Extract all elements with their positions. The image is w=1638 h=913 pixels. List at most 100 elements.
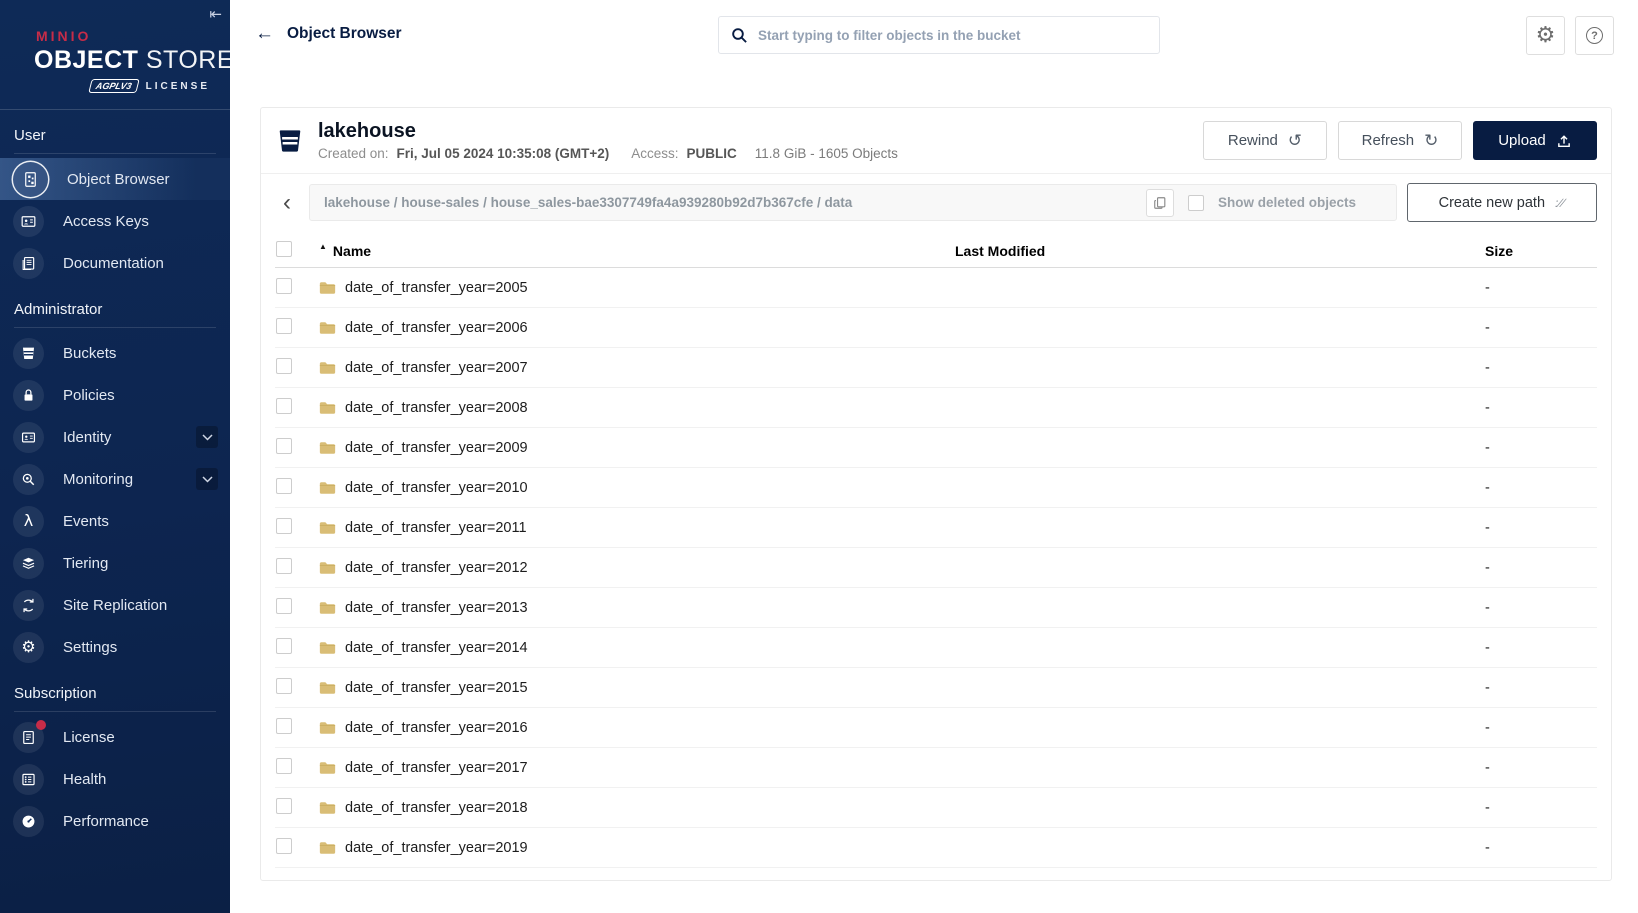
search-input[interactable] [758, 28, 1147, 43]
topbar-actions: ⚙ ? [1526, 16, 1614, 55]
section-divider [14, 153, 216, 154]
folder-icon [319, 601, 336, 615]
row-checkbox[interactable] [276, 678, 292, 694]
sidebar-item-label: Settings [63, 639, 117, 656]
health-icon [13, 764, 44, 795]
upload-button[interactable]: Upload [1473, 121, 1597, 160]
sidebar-item-access-keys[interactable]: Access Keys [0, 200, 230, 242]
object-name-cell[interactable]: date_of_transfer_year=2010 [319, 480, 955, 496]
column-header-size[interactable]: Size [1485, 243, 1597, 259]
refresh-icon: ↻ [1424, 131, 1438, 151]
sidebar-item-events[interactable]: λEvents [0, 500, 230, 542]
size-cell: - [1485, 720, 1597, 736]
sidebar-item-documentation[interactable]: Documentation [0, 242, 230, 284]
table-header-row: ▲ Name Last Modified Size [275, 234, 1597, 268]
object-name-cell[interactable]: date_of_transfer_year=2018 [319, 800, 955, 816]
size-cell: - [1485, 640, 1597, 656]
table-row[interactable]: date_of_transfer_year=2005- [275, 268, 1597, 308]
row-checkbox[interactable] [276, 598, 292, 614]
folder-icon [319, 521, 336, 535]
table-row[interactable]: date_of_transfer_year=2006- [275, 308, 1597, 348]
table-row[interactable]: date_of_transfer_year=2009- [275, 428, 1597, 468]
row-checkbox[interactable] [276, 558, 292, 574]
sidebar-item-label: Tiering [63, 555, 108, 572]
bucket-name: lakehouse [318, 120, 1190, 143]
object-name-cell[interactable]: date_of_transfer_year=2007 [319, 360, 955, 376]
row-checkbox[interactable] [276, 358, 292, 374]
refresh-button[interactable]: Refresh ↻ [1338, 121, 1462, 160]
row-checkbox[interactable] [276, 438, 292, 454]
object-name-cell[interactable]: date_of_transfer_year=2014 [319, 640, 955, 656]
table-row[interactable]: date_of_transfer_year=2012 - [275, 548, 1597, 588]
table-row[interactable]: date_of_transfer_year=2011- [275, 508, 1597, 548]
object-name-cell[interactable]: date_of_transfer_year=2006 [319, 320, 955, 336]
table-row[interactable]: date_of_transfer_year=2017 - [275, 748, 1597, 788]
row-checkbox-cell [275, 518, 319, 538]
sidebar-item-policies[interactable]: Policies [0, 374, 230, 416]
chevron-down-icon[interactable] [196, 426, 218, 448]
row-checkbox[interactable] [276, 478, 292, 494]
rewind-icon: ↺ [1288, 131, 1302, 151]
objects-table: ▲ Name Last Modified Size date_of_transf… [261, 234, 1611, 880]
object-name-cell[interactable]: date_of_transfer_year=2015 [319, 680, 955, 696]
sidebar-item-identity[interactable]: Identity [0, 416, 230, 458]
sidebar-item-object-browser[interactable]: Object Browser [0, 158, 230, 200]
table-row[interactable]: date_of_transfer_year=2014 - [275, 628, 1597, 668]
table-row[interactable]: date_of_transfer_year=2015- [275, 668, 1597, 708]
table-row[interactable]: date_of_transfer_year=2013- [275, 588, 1597, 628]
row-checkbox[interactable] [276, 638, 292, 654]
table-row[interactable]: date_of_transfer_year=2010- [275, 468, 1597, 508]
object-name-cell[interactable]: date_of_transfer_year=2012 [319, 560, 955, 576]
object-name-cell[interactable]: date_of_transfer_year=2008 [319, 400, 955, 416]
object-name-cell[interactable]: date_of_transfer_year=2013 [319, 600, 955, 616]
breadcrumb[interactable]: lakehouse / house-sales / house_sales-ba… [324, 195, 1132, 210]
column-header-last-modified[interactable]: Last Modified [955, 243, 1485, 259]
row-checkbox[interactable] [276, 398, 292, 414]
show-deleted-checkbox[interactable] [1188, 195, 1204, 211]
object-name-cell[interactable]: date_of_transfer_year=2016 [319, 720, 955, 736]
object-name-cell[interactable]: date_of_transfer_year=2011 [319, 520, 955, 536]
object-name: date_of_transfer_year=2008 [345, 400, 528, 416]
row-checkbox[interactable] [276, 758, 292, 774]
sidebar-item-monitoring[interactable]: Monitoring [0, 458, 230, 500]
rewind-button[interactable]: Rewind ↺ [1203, 121, 1327, 160]
path-back-button[interactable]: ‹ [275, 191, 299, 215]
table-row[interactable]: date_of_transfer_year=2016 - [275, 708, 1597, 748]
column-header-name[interactable]: ▲ Name [319, 243, 955, 259]
sidebar-item-tiering[interactable]: Tiering [0, 542, 230, 584]
row-checkbox[interactable] [276, 318, 292, 334]
object-name-cell[interactable]: date_of_transfer_year=2009 [319, 440, 955, 456]
table-row[interactable]: date_of_transfer_year=2008- [275, 388, 1597, 428]
row-checkbox[interactable] [276, 518, 292, 534]
object-name-cell[interactable]: date_of_transfer_year=2005 [319, 280, 955, 296]
size-cell: - [1485, 760, 1597, 776]
sidebar-item-health[interactable]: Health [0, 758, 230, 800]
table-row[interactable]: date_of_transfer_year=2007- [275, 348, 1597, 388]
sidebar-item-performance[interactable]: Performance [0, 800, 230, 842]
sidebar-collapse-icon[interactable]: ⇤ [209, 5, 222, 23]
sidebar-item-site-replication[interactable]: Site Replication [0, 584, 230, 626]
sidebar-item-license[interactable]: License [0, 716, 230, 758]
table-row[interactable]: date_of_transfer_year=2019- [275, 828, 1597, 868]
sidebar-item-buckets[interactable]: Buckets [0, 332, 230, 374]
row-checkbox[interactable] [276, 838, 292, 854]
row-checkbox[interactable] [276, 278, 292, 294]
copy-path-button[interactable] [1146, 189, 1174, 217]
table-row[interactable]: date_of_transfer_year=2018- [275, 788, 1597, 828]
row-checkbox[interactable] [276, 718, 292, 734]
logo-block: ⇤ MINIO OBJECT STORE AGPLV3 LICENSE [0, 0, 230, 110]
section-title-user: User [0, 110, 230, 153]
page-back[interactable]: ← Object Browser [255, 24, 402, 43]
create-new-path-button[interactable]: Create new path :∕∕ [1407, 183, 1597, 222]
sidebar-item-settings[interactable]: ⚙Settings [0, 626, 230, 668]
performance-icon [13, 806, 44, 837]
row-checkbox[interactable] [276, 798, 292, 814]
settings-button[interactable]: ⚙ [1526, 16, 1565, 55]
size-cell: - [1485, 560, 1597, 576]
back-arrow-icon[interactable]: ← [255, 24, 274, 43]
select-all-checkbox[interactable] [276, 241, 292, 257]
object-name-cell[interactable]: date_of_transfer_year=2017 [319, 760, 955, 776]
chevron-down-icon[interactable] [196, 468, 218, 490]
object-name-cell[interactable]: date_of_transfer_year=2019 [319, 840, 955, 856]
help-button[interactable]: ? [1575, 16, 1614, 55]
